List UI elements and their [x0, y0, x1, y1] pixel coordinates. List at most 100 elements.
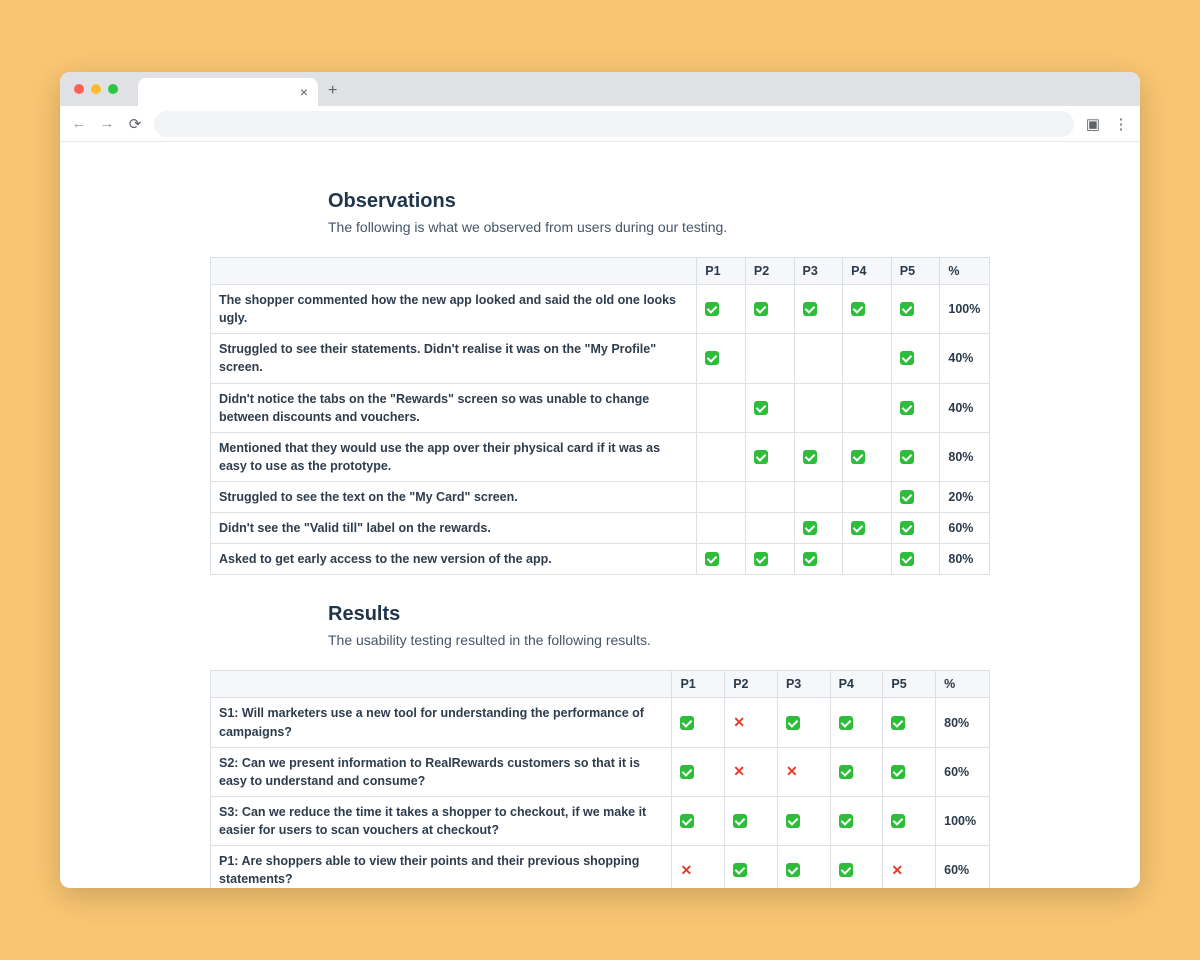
browser-tab[interactable]: ×: [138, 78, 318, 106]
check-icon: [851, 521, 865, 535]
mark-cell: [745, 544, 794, 575]
forward-icon[interactable]: →: [98, 115, 116, 132]
check-icon: [754, 450, 768, 464]
maximize-window-button[interactable]: [108, 84, 118, 94]
mark-cell: [697, 513, 746, 544]
percent-cell: 40%: [940, 383, 990, 432]
row-description: Asked to get early access to the new ver…: [211, 544, 697, 575]
mark-cell: [883, 698, 936, 747]
mark-cell: [843, 482, 892, 513]
table-row: Struggled to see their statements. Didn'…: [211, 334, 990, 383]
check-icon: [754, 302, 768, 316]
mark-cell: [777, 846, 830, 888]
check-icon: [839, 814, 853, 828]
mark-cell: [697, 285, 746, 334]
back-icon[interactable]: ←: [70, 115, 88, 132]
column-header: P5: [891, 258, 940, 285]
mark-cell: [830, 747, 883, 796]
table-row: Asked to get early access to the new ver…: [211, 544, 990, 575]
column-header: P4: [830, 671, 883, 698]
percent-cell: 60%: [936, 747, 990, 796]
row-description: P1: Are shoppers able to view their poin…: [211, 846, 672, 888]
column-header: P2: [725, 671, 778, 698]
mark-cell: [697, 432, 746, 481]
new-tab-button[interactable]: +: [328, 82, 337, 100]
mark-cell: [891, 513, 940, 544]
mark-cell: [672, 747, 725, 796]
row-description: Struggled to see the text on the "My Car…: [211, 482, 697, 513]
percent-cell: 80%: [940, 544, 990, 575]
reload-icon[interactable]: ⟳: [126, 115, 144, 133]
mark-cell: ✕: [725, 747, 778, 796]
check-icon: [900, 401, 914, 415]
column-header: P5: [883, 671, 936, 698]
column-header: P4: [843, 258, 892, 285]
check-icon: [839, 765, 853, 779]
table-row: P1: Are shoppers able to view their poin…: [211, 846, 990, 888]
observations-title: Observations: [328, 190, 990, 213]
row-description: Mentioned that they would use the app ov…: [211, 432, 697, 481]
minimize-window-button[interactable]: [91, 84, 101, 94]
column-header: [211, 258, 697, 285]
check-icon: [786, 814, 800, 828]
mark-cell: [745, 383, 794, 432]
table-row: S1: Will marketers use a new tool for un…: [211, 698, 990, 747]
check-icon: [900, 302, 914, 316]
column-header: %: [936, 671, 990, 698]
mark-cell: [777, 796, 830, 845]
column-header: P3: [794, 258, 843, 285]
close-window-button[interactable]: [74, 84, 84, 94]
check-icon: [705, 552, 719, 566]
close-tab-icon[interactable]: ×: [300, 84, 308, 100]
table-row: S3: Can we reduce the time it takes a sh…: [211, 796, 990, 845]
extensions-icon[interactable]: ▣: [1084, 115, 1102, 133]
mark-cell: [697, 482, 746, 513]
mark-cell: [891, 544, 940, 575]
table-row: Didn't notice the tabs on the "Rewards" …: [211, 383, 990, 432]
mark-cell: [672, 796, 725, 845]
mark-cell: [745, 285, 794, 334]
check-icon: [705, 351, 719, 365]
mark-cell: [843, 285, 892, 334]
address-bar[interactable]: [154, 111, 1074, 137]
check-icon: [900, 450, 914, 464]
check-icon: [900, 490, 914, 504]
cross-icon: ✕: [786, 764, 798, 778]
check-icon: [733, 814, 747, 828]
row-description: The shopper commented how the new app lo…: [211, 285, 697, 334]
mark-cell: ✕: [883, 846, 936, 888]
mark-cell: [794, 285, 843, 334]
check-icon: [891, 765, 905, 779]
menu-icon[interactable]: ⋮: [1112, 115, 1130, 133]
row-description: S3: Can we reduce the time it takes a sh…: [211, 796, 672, 845]
check-icon: [705, 302, 719, 316]
check-icon: [900, 552, 914, 566]
table-row: Didn't see the "Valid till" label on the…: [211, 513, 990, 544]
percent-cell: 20%: [940, 482, 990, 513]
check-icon: [754, 401, 768, 415]
results-subtitle: The usability testing resulted in the fo…: [328, 632, 990, 648]
mark-cell: [794, 432, 843, 481]
check-icon: [680, 765, 694, 779]
mark-cell: [830, 796, 883, 845]
observations-subtitle: The following is what we observed from u…: [328, 219, 990, 235]
check-icon: [680, 716, 694, 730]
browser-window: × + ← → ⟳ ▣ ⋮ Observations The following…: [60, 72, 1140, 888]
mark-cell: ✕: [777, 747, 830, 796]
row-description: Didn't see the "Valid till" label on the…: [211, 513, 697, 544]
row-description: S1: Will marketers use a new tool for un…: [211, 698, 672, 747]
percent-cell: 100%: [940, 285, 990, 334]
window-controls: [74, 84, 118, 94]
mark-cell: [672, 698, 725, 747]
mark-cell: ✕: [725, 698, 778, 747]
table-row: Mentioned that they would use the app ov…: [211, 432, 990, 481]
column-header: P3: [777, 671, 830, 698]
check-icon: [900, 521, 914, 535]
mark-cell: [697, 544, 746, 575]
percent-cell: 100%: [936, 796, 990, 845]
check-icon: [900, 351, 914, 365]
mark-cell: [777, 698, 830, 747]
column-header: [211, 671, 672, 698]
mark-cell: [697, 334, 746, 383]
mark-cell: [883, 747, 936, 796]
